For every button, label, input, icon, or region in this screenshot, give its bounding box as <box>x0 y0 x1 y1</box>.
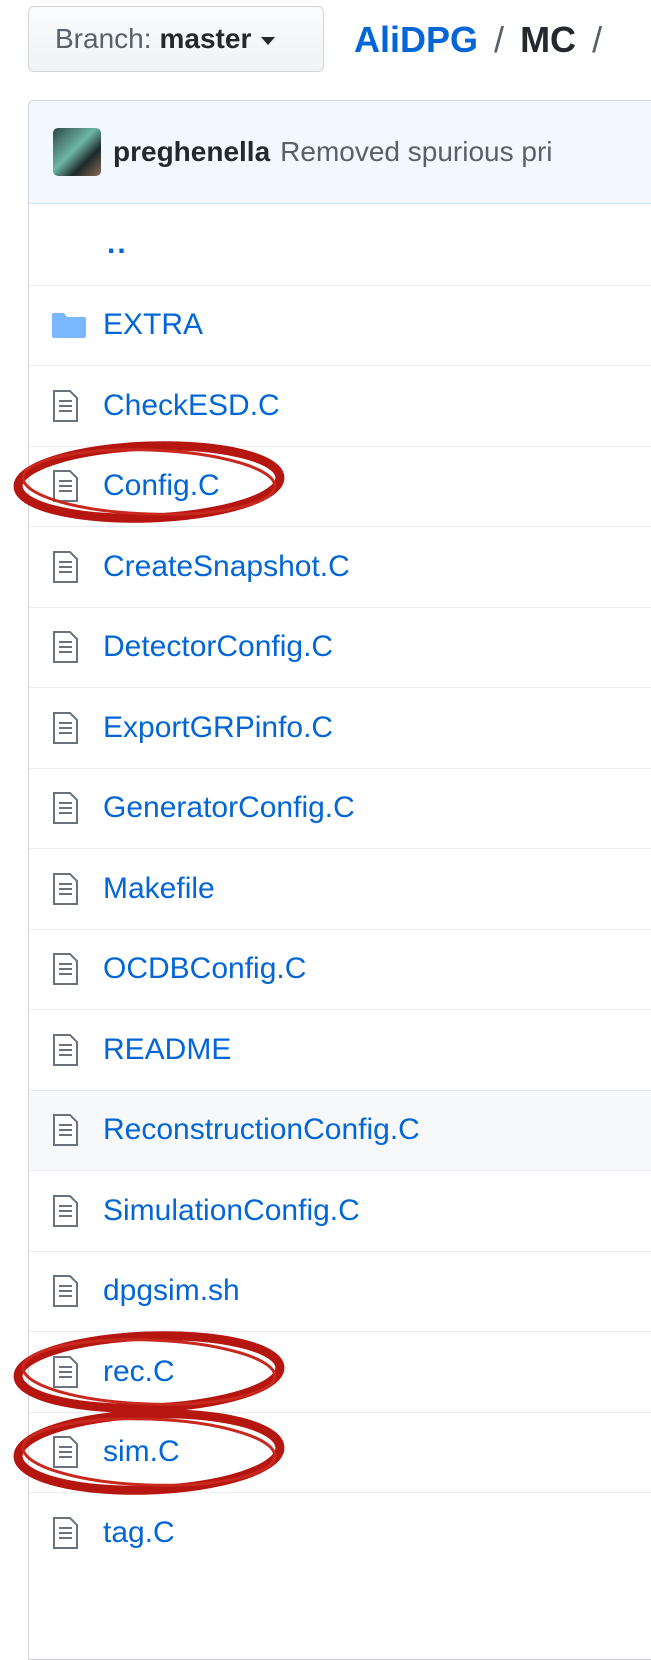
file-icon <box>51 1033 91 1066</box>
top-bar: Branch: master AliDPG / MC / <box>0 0 651 96</box>
file-icon <box>51 631 91 664</box>
file-link[interactable]: dpgsim.sh <box>103 1274 240 1308</box>
file-row-reconstructionconfig[interactable]: ReconstructionConfig.C <box>29 1089 651 1170</box>
file-link[interactable]: CheckESD.C <box>103 389 280 423</box>
file-icon <box>51 872 91 905</box>
file-row-checkesd[interactable]: CheckESD.C <box>29 365 651 446</box>
file-link[interactable]: GeneratorConfig.C <box>103 791 355 825</box>
file-row-ocdbconfig[interactable]: OCDBConfig.C <box>29 928 651 1009</box>
branch-selector-button[interactable]: Branch: master <box>28 6 324 72</box>
file-link[interactable]: OCDBConfig.C <box>103 952 306 986</box>
file-row-parent[interactable]: .. <box>29 204 651 285</box>
folder-icon <box>51 309 91 341</box>
file-icon <box>51 1114 91 1147</box>
caret-down-icon <box>261 37 276 45</box>
file-row-rec[interactable]: rec.C <box>29 1331 651 1412</box>
file-icon <box>51 1516 91 1549</box>
file-row-createsnapshot[interactable]: CreateSnapshot.C <box>29 526 651 607</box>
file-icon <box>51 389 91 422</box>
file-row-config[interactable]: Config.C <box>29 445 651 526</box>
file-link[interactable]: Config.C <box>103 469 220 503</box>
file-row-exportgrpinfo[interactable]: ExportGRPinfo.C <box>29 687 651 768</box>
branch-label: Branch: <box>55 23 152 54</box>
file-icon <box>51 1355 91 1388</box>
file-row-extra[interactable]: EXTRA <box>29 284 651 365</box>
file-icon <box>51 953 91 986</box>
avatar[interactable] <box>53 128 101 176</box>
file-icon <box>51 1275 91 1308</box>
file-row-simulationconfig[interactable]: SimulationConfig.C <box>29 1170 651 1251</box>
commit-author[interactable]: preghenella <box>113 136 270 168</box>
file-link[interactable]: SimulationConfig.C <box>103 1194 360 1228</box>
breadcrumb-current-dir: MC <box>520 19 577 60</box>
file-row-tag[interactable]: tag.C <box>29 1492 651 1573</box>
file-link[interactable]: ReconstructionConfig.C <box>103 1113 420 1147</box>
file-link[interactable]: EXTRA <box>103 308 203 342</box>
branch-name: master <box>159 23 252 54</box>
file-icon <box>51 792 91 825</box>
file-link[interactable]: tag.C <box>103 1516 175 1550</box>
file-icon <box>51 711 91 744</box>
file-icon <box>51 470 91 503</box>
file-link[interactable]: CreateSnapshot.C <box>103 550 350 584</box>
latest-commit-bar: preghenella Removed spurious pri <box>29 101 651 204</box>
file-row-readme[interactable]: README <box>29 1009 651 1090</box>
parent-dir-link[interactable]: .. <box>107 227 128 261</box>
file-row-dpgsim[interactable]: dpgsim.sh <box>29 1250 651 1331</box>
breadcrumb: AliDPG / MC / <box>354 14 608 66</box>
file-list: preghenella Removed spurious pri .. EXTR… <box>28 100 651 1660</box>
file-row-makefile[interactable]: Makefile <box>29 848 651 929</box>
file-link[interactable]: rec.C <box>103 1355 175 1389</box>
file-row-sim[interactable]: sim.C <box>29 1411 651 1492</box>
file-icon <box>51 1436 91 1469</box>
file-link[interactable]: DetectorConfig.C <box>103 630 333 664</box>
file-icon <box>51 1194 91 1227</box>
breadcrumb-separator: / <box>592 19 603 60</box>
commit-message[interactable]: Removed spurious pri <box>280 136 552 168</box>
file-link[interactable]: Makefile <box>103 872 215 906</box>
file-icon <box>51 550 91 583</box>
breadcrumb-separator: / <box>494 19 505 60</box>
file-link[interactable]: sim.C <box>103 1435 180 1469</box>
file-link[interactable]: README <box>103 1033 231 1067</box>
breadcrumb-repo-link[interactable]: AliDPG <box>354 19 478 60</box>
file-link[interactable]: ExportGRPinfo.C <box>103 711 333 745</box>
file-row-generatorconfig[interactable]: GeneratorConfig.C <box>29 767 651 848</box>
file-row-detectorconfig[interactable]: DetectorConfig.C <box>29 606 651 687</box>
